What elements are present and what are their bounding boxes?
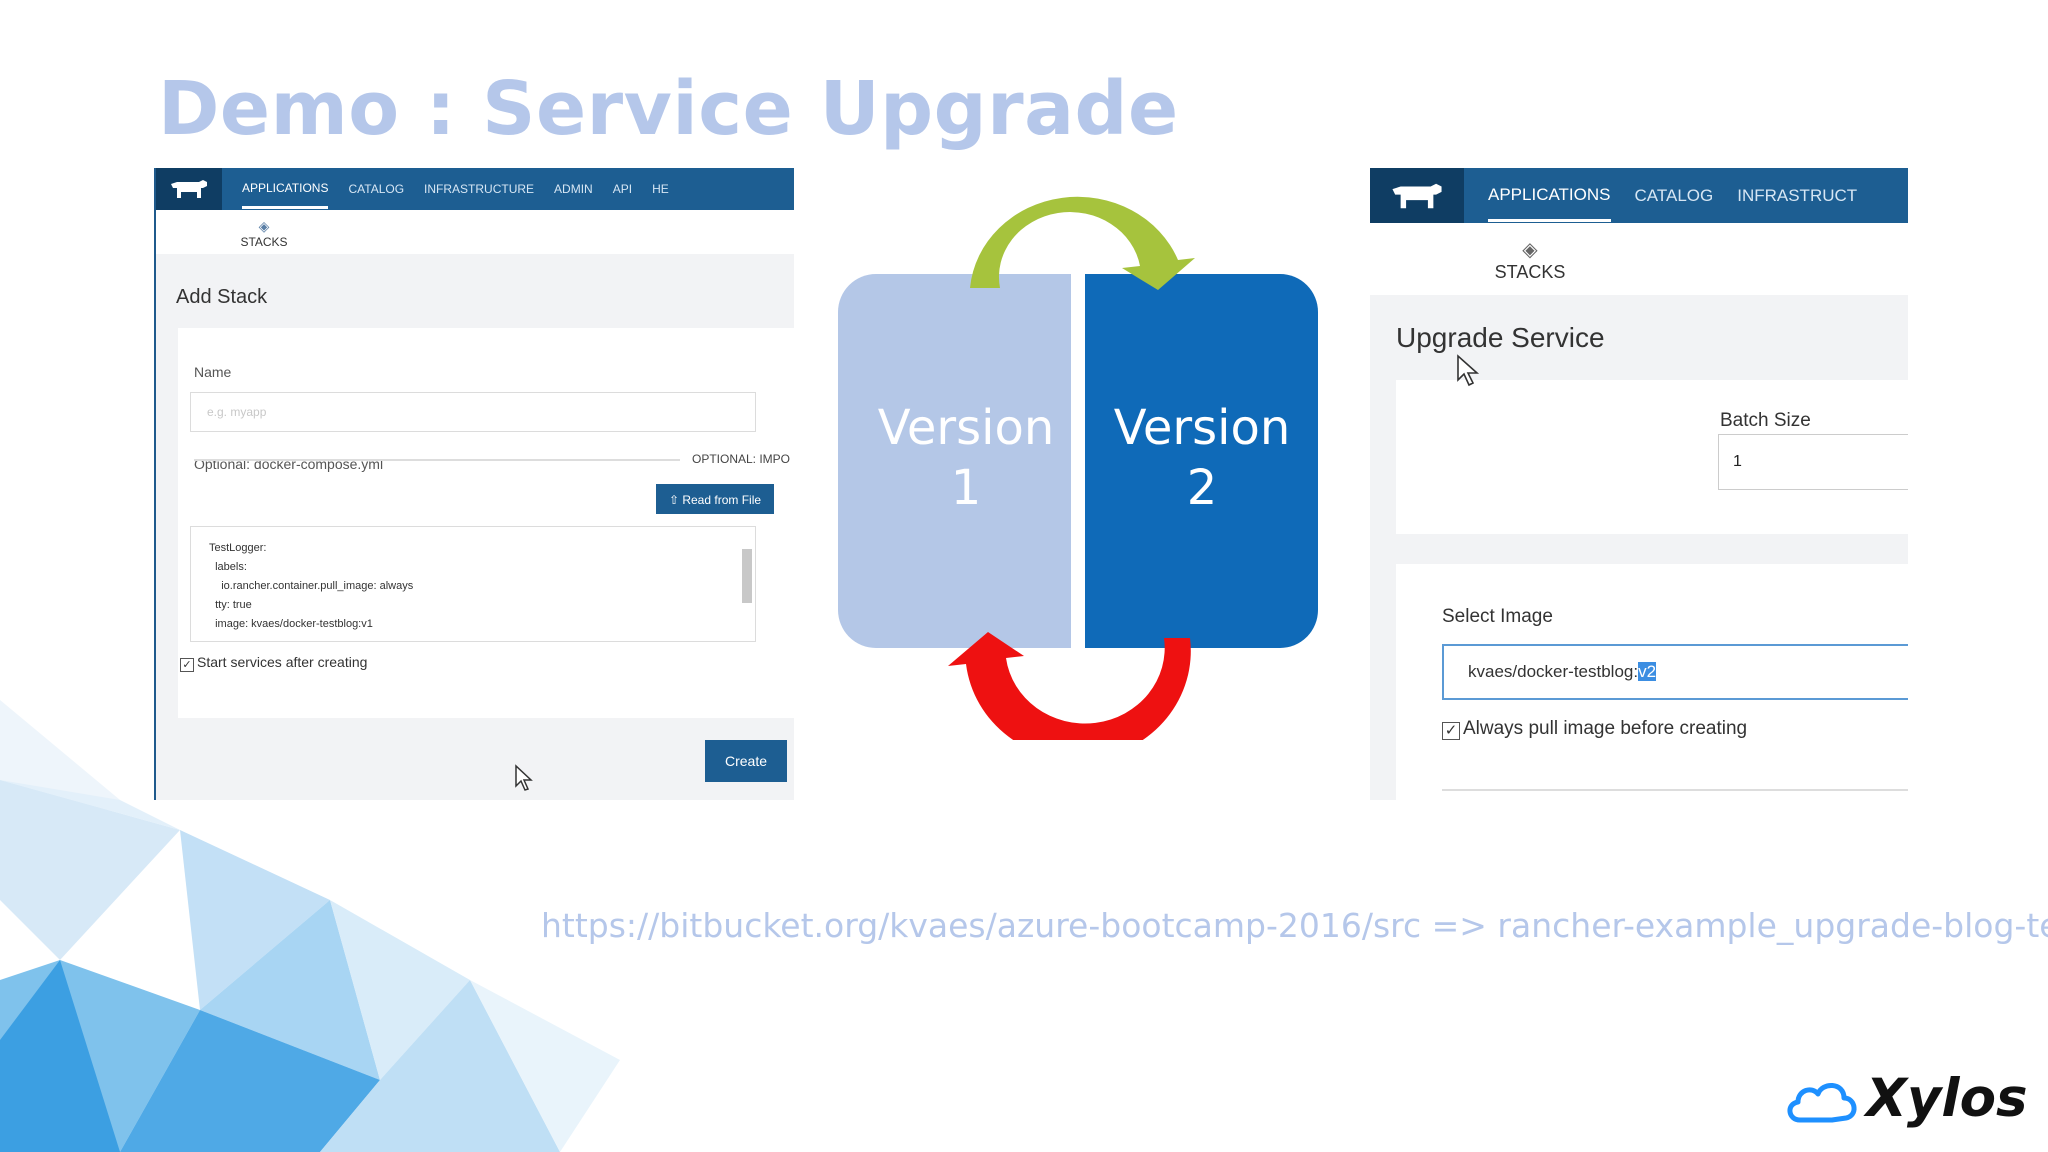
top-nav: APPLICATIONS CATALOG INFRASTRUCTURE ADMI… bbox=[156, 168, 794, 210]
mouse-cursor-icon bbox=[1457, 354, 1480, 387]
batch-size-label: Batch Size bbox=[1720, 410, 1811, 431]
sub-nav: ◈ STACKS bbox=[156, 210, 794, 254]
select-image-label: Select Image bbox=[1442, 606, 1553, 627]
upgrade-service-screenshot: APPLICATIONS CATALOG INFRASTRUCT ◈ STACK… bbox=[1370, 168, 1908, 800]
divider bbox=[1442, 789, 1908, 791]
red-arrow-icon bbox=[948, 632, 1191, 740]
nav-catalog[interactable]: CATALOG bbox=[1635, 171, 1714, 220]
checkbox-checked-icon: ✓ bbox=[1442, 722, 1460, 740]
optional-divider-label: OPTIONAL: IMPO bbox=[692, 452, 791, 466]
stacks-tab[interactable]: ◈ STACKS bbox=[1470, 237, 1590, 283]
create-button[interactable]: Create bbox=[705, 740, 787, 782]
upload-icon: ⇧ bbox=[668, 493, 679, 507]
always-pull-checkbox[interactable]: ✓ Always pull image before creating bbox=[1442, 718, 1747, 740]
nav-admin[interactable]: ADMIN bbox=[554, 171, 593, 207]
rancher-logo-icon[interactable] bbox=[1370, 168, 1464, 223]
layers-icon: ◈ bbox=[1522, 239, 1538, 261]
mouse-cursor-icon bbox=[515, 764, 533, 791]
name-input[interactable]: e.g. myapp bbox=[190, 392, 756, 432]
nav-applications[interactable]: APPLICATIONS bbox=[242, 170, 329, 209]
xylos-logo: Xylos bbox=[1782, 1068, 2032, 1138]
nav-applications[interactable]: APPLICATIONS bbox=[1488, 170, 1611, 222]
stacks-tab[interactable]: ◈ STACKS bbox=[224, 218, 304, 249]
add-stack-screenshot: APPLICATIONS CATALOG INFRASTRUCTURE ADMI… bbox=[154, 168, 794, 800]
nav-infrastructure[interactable]: INFRASTRUCT bbox=[1737, 171, 1857, 220]
layers-icon: ◈ bbox=[258, 218, 270, 234]
checkbox-checked-icon: ✓ bbox=[180, 658, 194, 672]
batch-size-input[interactable]: 1 bbox=[1718, 434, 1908, 490]
scrollbar[interactable] bbox=[741, 535, 753, 631]
nav-infrastructure[interactable]: INFRASTRUCTURE bbox=[424, 171, 534, 207]
page-heading: Add Stack bbox=[176, 286, 268, 308]
selected-text: v2 bbox=[1638, 662, 1657, 681]
select-image-input[interactable]: kvaes/docker-testblog:v2 bbox=[1442, 644, 1908, 700]
compose-textarea[interactable]: TestLogger: labels: io.rancher.container… bbox=[190, 526, 756, 642]
sub-nav: ◈ STACKS bbox=[1370, 223, 1908, 295]
start-services-checkbox[interactable]: ✓ Start services after creating bbox=[180, 654, 367, 672]
nav-catalog[interactable]: CATALOG bbox=[348, 171, 404, 207]
version-1-label: Version 1 bbox=[877, 400, 1055, 516]
top-nav: APPLICATIONS CATALOG INFRASTRUCT bbox=[1370, 168, 1908, 223]
rancher-logo-icon[interactable] bbox=[156, 168, 222, 210]
nav-api[interactable]: API bbox=[613, 171, 632, 207]
version-2-label: Version 2 bbox=[1113, 400, 1291, 516]
cloud-icon bbox=[1787, 1083, 1857, 1123]
name-label: Name bbox=[194, 364, 232, 380]
repository-url: https://bitbucket.org/kvaes/azure-bootca… bbox=[541, 906, 2048, 945]
divider bbox=[194, 459, 680, 461]
page-heading: Upgrade Service bbox=[1396, 322, 1605, 353]
read-from-file-button[interactable]: ⇧ Read from File bbox=[656, 484, 774, 514]
slide-title: Demo : Service Upgrade bbox=[158, 66, 1179, 152]
nav-help[interactable]: HE bbox=[652, 171, 669, 207]
